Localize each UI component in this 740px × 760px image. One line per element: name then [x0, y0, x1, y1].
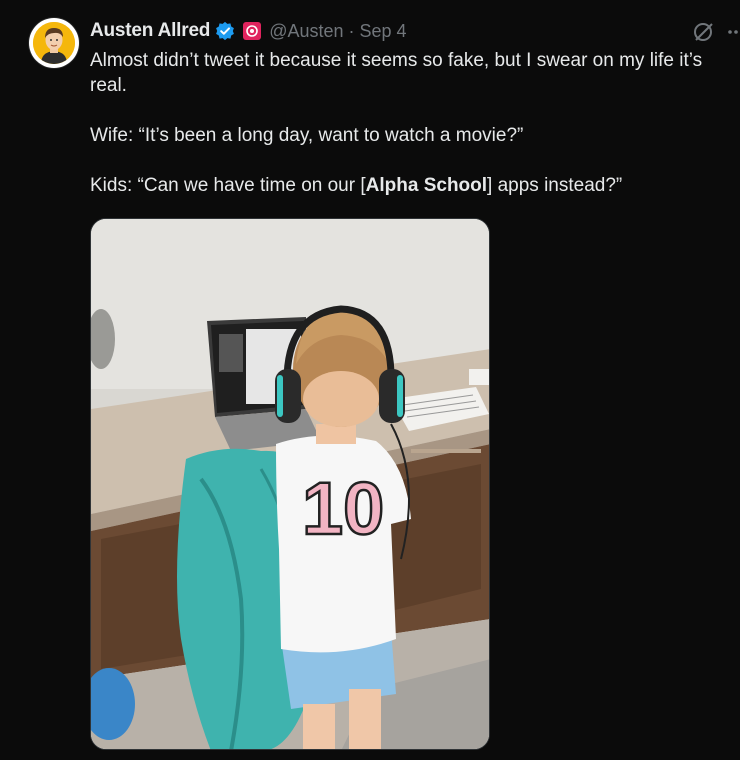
- tweet-header: Austen Allred @Austen · Sep 4: [90, 18, 407, 44]
- tweet-date[interactable]: Sep 4: [360, 21, 407, 42]
- tweet-text-line-1: Almost didn’t tweet it because it seems …: [90, 50, 703, 96]
- author-handle[interactable]: @Austen: [269, 21, 343, 42]
- tweet-text-kids-bold: Alpha School: [365, 175, 488, 196]
- tweet-text-kids: Kids: “Can we have time on our [Alpha Sc…: [90, 173, 730, 198]
- grok-icon[interactable]: [692, 20, 716, 44]
- tweet-text: Almost didn’t tweet it because it seems …: [90, 48, 730, 198]
- tweet-container: Austen Allred @Austen · Sep 4 Almost did…: [0, 0, 740, 760]
- verified-badge-icon: [215, 21, 235, 41]
- author-name[interactable]: Austen Allred: [90, 20, 210, 42]
- separator-dot: ·: [348, 20, 355, 41]
- affiliate-badge-icon[interactable]: [243, 22, 262, 40]
- avatar[interactable]: [29, 18, 79, 68]
- jersey-number: 10: [302, 467, 384, 550]
- tweet-text-wife: Wife: “It’s been a long day, want to wat…: [90, 125, 524, 146]
- tweet-text-kids-before: Kids: “Can we have time on our [: [90, 175, 366, 196]
- more-icon[interactable]: [726, 22, 740, 42]
- tweet-text-kids-after: ] apps instead?”: [487, 175, 623, 196]
- avatar-illustration: [33, 22, 75, 64]
- tweet-photo[interactable]: 10: [90, 218, 490, 750]
